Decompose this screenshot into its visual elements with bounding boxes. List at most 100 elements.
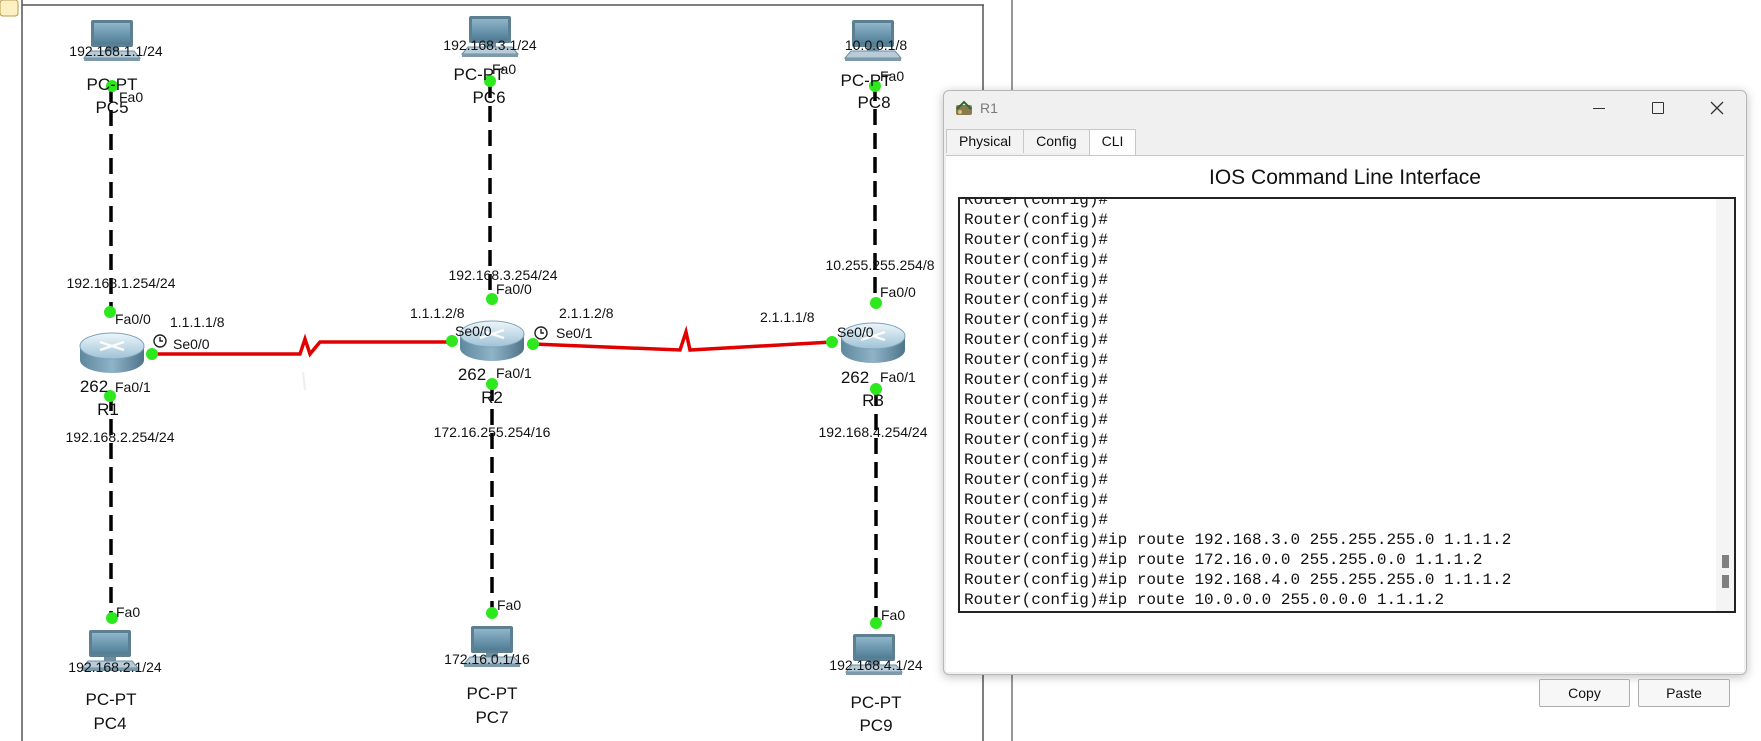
cli-line: Router(config)# bbox=[964, 451, 1109, 469]
cli-line: Router(config)# bbox=[964, 311, 1109, 329]
cli-line: Router(config)# bbox=[964, 371, 1109, 389]
cli-line: Router(config)# bbox=[964, 391, 1109, 409]
pc6-ip-label: 192.168.3.1/24 bbox=[443, 37, 537, 53]
pc9-model-label: PC-PT bbox=[851, 693, 902, 712]
copy-button[interactable]: Copy bbox=[1539, 679, 1630, 707]
cli-line: Router(config)# bbox=[964, 351, 1109, 369]
pc6-name-label: PC6 bbox=[472, 88, 505, 107]
clock-icon bbox=[153, 334, 167, 348]
pc5-port-label: Fa0 bbox=[119, 89, 143, 105]
pc4-name-label: PC4 bbox=[93, 714, 126, 733]
cli-output: Router(config)# Router(config)# Router(con… bbox=[964, 197, 1512, 611]
minimize-button[interactable] bbox=[1570, 91, 1628, 125]
pc8-name-label: PC8 bbox=[857, 93, 890, 112]
r2-fa00-port: Fa0/0 bbox=[496, 281, 532, 297]
cli-line: Router(config)#ip route 10.0.0.0 255.0.0… bbox=[964, 591, 1445, 609]
r1-fa01-ip: 192.168.2.254/24 bbox=[66, 429, 175, 445]
pc6-port-label: Fa0 bbox=[492, 61, 516, 77]
cli-line: Router(config)# bbox=[964, 197, 1109, 209]
r1-device[interactable]: 262 R1 bbox=[78, 331, 146, 419]
r2-se01-ip: 2.1.1.2/8 bbox=[559, 305, 614, 321]
cli-line: Router(config)# bbox=[964, 251, 1109, 269]
maximize-button[interactable] bbox=[1629, 91, 1687, 125]
r1-fa00-ip: 192.168.1.254/24 bbox=[67, 275, 176, 291]
r1-device-window[interactable]: R1 Physical Config CLI IOS Command Line … bbox=[943, 90, 1747, 707]
maximize-icon bbox=[1652, 102, 1664, 114]
cli-line: Router(config)# bbox=[964, 491, 1109, 509]
packet-tracer-icon bbox=[956, 100, 972, 115]
pc9-ip-label: 192.168.4.1/24 bbox=[829, 657, 923, 673]
r3-fa00-ip: 10.255.255.254/8 bbox=[826, 257, 935, 273]
r1-model-label: 262 bbox=[80, 377, 108, 396]
pc8-port-label: Fa0 bbox=[880, 68, 904, 84]
cli-line: Router(config)# bbox=[964, 511, 1109, 529]
pc4-device[interactable]: 192.168.2.1/24 PC-PT PC4 Fa0 bbox=[68, 604, 162, 733]
pc4-port-label: Fa0 bbox=[116, 604, 140, 620]
pc5-ip-label: 192.168.1.1/24 bbox=[69, 43, 163, 59]
r1-name-label: R1 bbox=[97, 400, 119, 419]
r3-model-label: 262 bbox=[841, 368, 869, 387]
cli-line: Router(config)#ip route 172.16.0.0 255.2… bbox=[964, 551, 1483, 569]
r2-se01-port: Se0/1 bbox=[556, 325, 593, 341]
pc7-ip-label: 172.16.0.1/16 bbox=[444, 651, 530, 667]
r3-name-label: R3 bbox=[862, 391, 884, 410]
cli-line: Router(config)# bbox=[964, 271, 1109, 289]
r3-se00-port: Se0/0 bbox=[837, 324, 874, 340]
pc8-device[interactable]: 10.0.0.1/8 PC-PT PC8 Fa0 bbox=[841, 19, 908, 112]
r1-se00-ip: 1.1.1.1/8 bbox=[170, 314, 225, 330]
r3-fa01-port: Fa0/1 bbox=[880, 369, 916, 385]
pc6-device[interactable]: 192.168.3.1/24 PC-PT PC6 Fa0 bbox=[443, 15, 537, 107]
tab-config[interactable]: Config bbox=[1023, 129, 1090, 153]
cli-line: Router(config)#ip route 192.168.4.0 255.… bbox=[964, 571, 1512, 589]
pc7-model-label: PC-PT bbox=[467, 684, 518, 703]
cli-panel: IOS Command Line Interface Router(config… bbox=[946, 155, 1744, 707]
tab-physical[interactable]: Physical bbox=[946, 129, 1025, 153]
r3-se00-ip: 2.1.1.1/8 bbox=[760, 309, 815, 325]
cli-line: Router(config)# bbox=[964, 471, 1109, 489]
cli-heading: IOS Command Line Interface bbox=[1209, 166, 1481, 189]
scrollbar-thumb[interactable] bbox=[1722, 555, 1729, 568]
window-tabs: Physical Config CLI bbox=[946, 129, 1137, 155]
close-icon bbox=[1710, 101, 1724, 115]
cli-line: Router(config)# bbox=[964, 331, 1109, 349]
r2-model-label: 262 bbox=[458, 365, 486, 384]
cli-terminal[interactable]: Router(config)# Router(config)# Router(con… bbox=[958, 197, 1736, 613]
paste-button[interactable]: Paste bbox=[1638, 679, 1730, 707]
pc7-port-label: Fa0 bbox=[497, 597, 521, 613]
pc8-ip-label: 10.0.0.1/8 bbox=[845, 37, 907, 53]
scrollbar-thumb-lower[interactable] bbox=[1722, 575, 1729, 588]
r1-fa01-port: Fa0/1 bbox=[115, 379, 151, 395]
cli-line: Router(config)#ip route 192.168.3.0 255.… bbox=[964, 531, 1512, 549]
pc4-ip-label: 192.168.2.1/24 bbox=[68, 659, 162, 675]
r2-fa01-ip: 172.16.255.254/16 bbox=[434, 424, 551, 440]
r1-se00-port: Se0/0 bbox=[173, 336, 210, 352]
title-bar[interactable]: R1 bbox=[944, 91, 1746, 125]
cli-line: Router(config)# bbox=[964, 411, 1109, 429]
link-artifact bbox=[302, 371, 306, 391]
cli-line: Router(config)# bbox=[964, 610, 1511, 611]
r2-se00-port: Se0/0 bbox=[455, 323, 492, 339]
r2-se00-ip: 1.1.1.2/8 bbox=[410, 305, 465, 321]
close-button[interactable] bbox=[1688, 91, 1746, 125]
router-icon bbox=[78, 331, 146, 375]
pc7-name-label: PC7 bbox=[475, 708, 508, 727]
cli-line: Router(config)# bbox=[964, 431, 1109, 449]
window-title: R1 bbox=[980, 100, 998, 116]
r3-fa01-ip: 192.168.4.254/24 bbox=[819, 424, 928, 440]
r2-fa01-port: Fa0/1 bbox=[496, 365, 532, 381]
pc9-port-label: Fa0 bbox=[881, 607, 905, 623]
r1-fa00-port: Fa0/0 bbox=[115, 311, 151, 327]
r3-fa00-port: Fa0/0 bbox=[880, 284, 916, 300]
cli-scrollbar[interactable] bbox=[1716, 199, 1734, 611]
cli-line: Router(config)# bbox=[964, 211, 1109, 229]
pc4-model-label: PC-PT bbox=[86, 690, 137, 709]
corner-tool-icon[interactable] bbox=[0, 0, 19, 17]
tab-cli[interactable]: CLI bbox=[1088, 129, 1137, 155]
clock-icon bbox=[534, 326, 548, 340]
pc7-device[interactable]: 172.16.0.1/16 PC-PT PC7 Fa0 bbox=[444, 597, 530, 727]
cli-line: Router(config)# bbox=[964, 231, 1109, 249]
r2-name-label: R2 bbox=[481, 388, 503, 407]
pc5-device[interactable]: 192.168.1.1/24 PC-PT PC5 Fa0 bbox=[69, 19, 163, 117]
minimize-icon bbox=[1593, 107, 1605, 109]
pc9-name-label: PC9 bbox=[859, 716, 892, 735]
